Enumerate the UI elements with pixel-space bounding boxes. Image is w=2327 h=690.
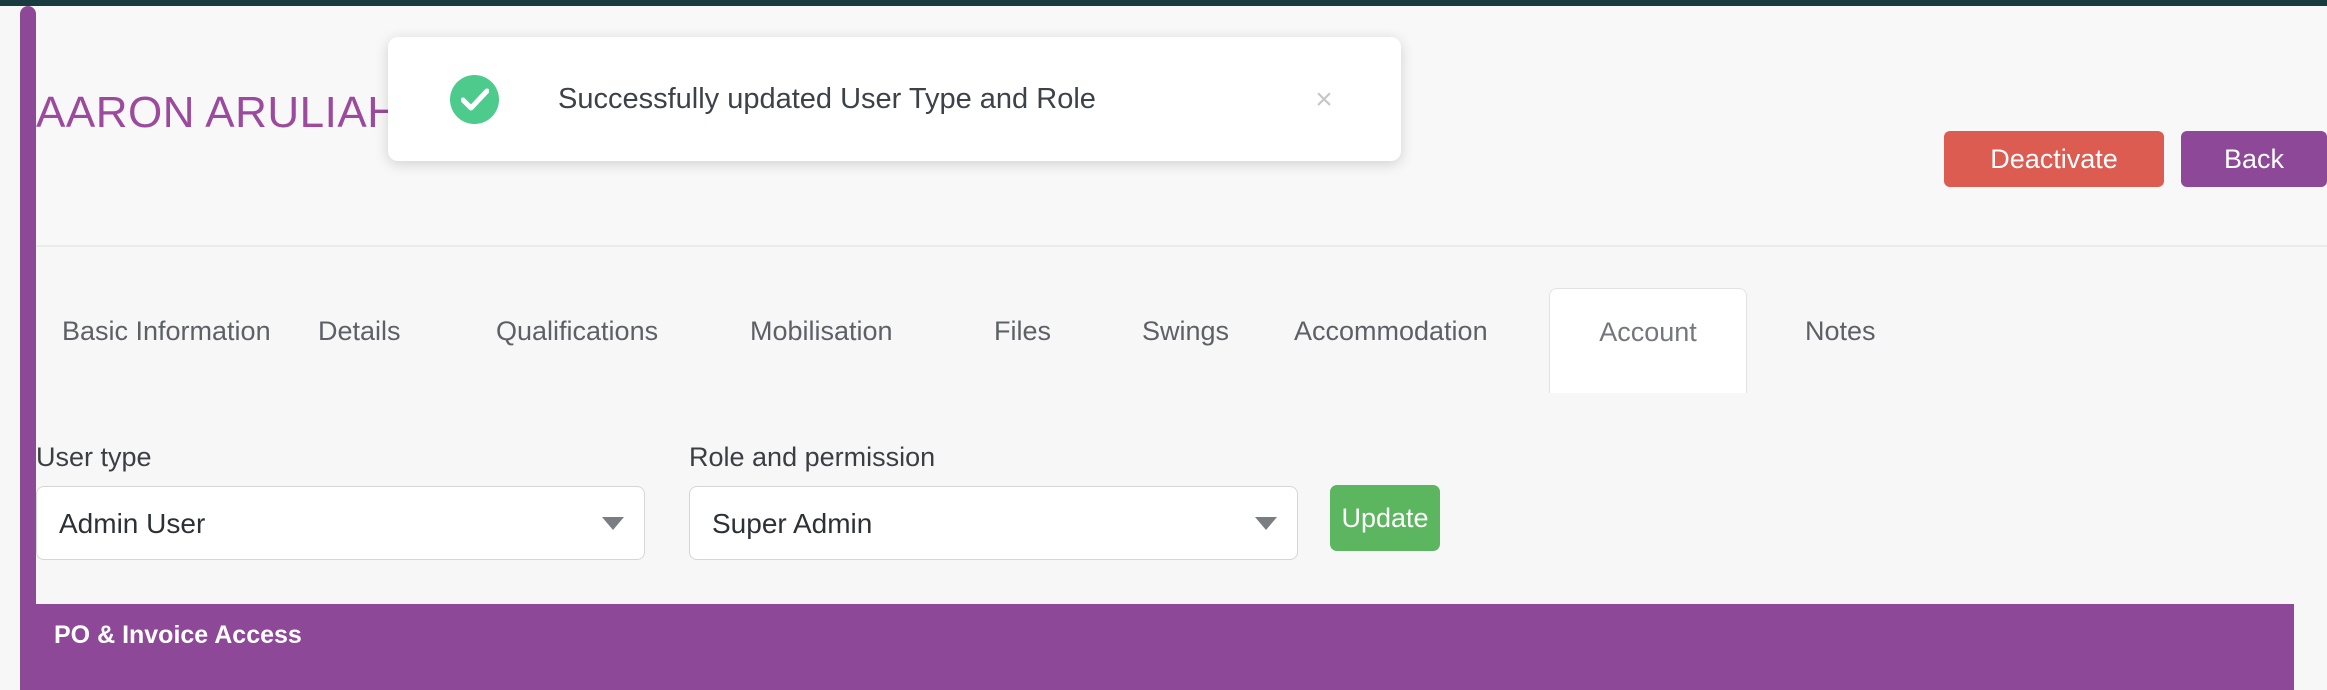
tab-files[interactable]: Files [968, 288, 1077, 393]
tab-details[interactable]: Details [292, 288, 427, 393]
success-toast: Successfully updated User Type and Role … [388, 37, 1401, 161]
role-permission-select[interactable]: Super Admin [689, 486, 1298, 560]
page-title: AARON ARULIAH [36, 88, 400, 137]
tab-swings[interactable]: Swings [1116, 288, 1255, 393]
account-form: User type Admin User Role and permission… [36, 430, 2327, 590]
tab-account[interactable]: Account [1549, 288, 1747, 393]
user-type-label: User type [36, 442, 152, 472]
deactivate-button[interactable]: Deactivate [1944, 131, 2164, 187]
chevron-down-icon [602, 517, 624, 530]
toast-message: Successfully updated User Type and Role [558, 83, 1096, 115]
tab-qualifications[interactable]: Qualifications [470, 288, 684, 393]
tab-mobilisation[interactable]: Mobilisation [724, 288, 919, 393]
success-check-icon [450, 75, 499, 124]
user-type-select[interactable]: Admin User [36, 486, 645, 560]
close-icon[interactable]: × [1309, 85, 1339, 115]
chevron-down-icon [1255, 517, 1277, 530]
role-permission-label: Role and permission [689, 442, 936, 472]
tab-basic-information[interactable]: Basic Information [36, 288, 297, 393]
po-invoice-access-title: PO & Invoice Access [54, 621, 302, 649]
role-permission-selected-value: Super Admin [712, 508, 873, 539]
tab-bar: Basic Information Details Qualifications… [36, 288, 2327, 393]
tab-accommodation[interactable]: Accommodation [1268, 288, 1514, 393]
update-button[interactable]: Update [1330, 485, 1440, 551]
user-type-selected-value: Admin User [59, 508, 206, 539]
left-accent-bar [20, 6, 36, 690]
po-invoice-access-section-header: PO & Invoice Access [36, 604, 2294, 690]
tab-notes[interactable]: Notes [1779, 288, 1902, 393]
back-button[interactable]: Back [2181, 131, 2327, 187]
header-divider [36, 245, 2327, 247]
